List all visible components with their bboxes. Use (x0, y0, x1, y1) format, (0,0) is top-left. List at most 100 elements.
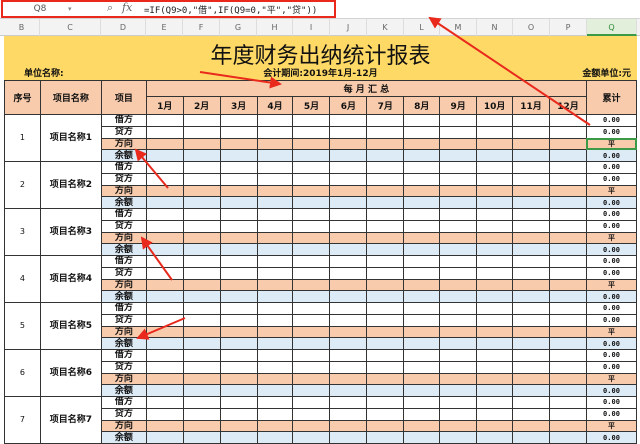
month-cell[interactable] (256, 396, 294, 409)
total-cell[interactable]: 0.00 (585, 396, 638, 409)
month-cell[interactable] (439, 114, 478, 127)
month-cell[interactable] (329, 266, 368, 280)
month-cell[interactable] (182, 302, 221, 315)
month-cell[interactable] (549, 172, 587, 186)
month-cell[interactable] (549, 255, 587, 268)
month-cell[interactable] (366, 114, 405, 127)
month-cell[interactable] (366, 419, 405, 433)
month-cell[interactable] (512, 290, 551, 303)
month-cell[interactable] (182, 125, 221, 139)
month-cell[interactable] (366, 349, 405, 362)
sub-item-label[interactable]: 借方 (100, 396, 147, 409)
month-cell[interactable] (549, 114, 587, 127)
month-cell[interactable] (292, 184, 331, 198)
sub-item-label[interactable]: 借方 (100, 349, 147, 362)
month-cell[interactable] (476, 243, 514, 256)
project-name[interactable]: 项目名称5 (39, 302, 102, 350)
month-cell[interactable] (366, 161, 405, 174)
month-cell[interactable] (256, 290, 294, 303)
month-cell[interactable] (512, 172, 551, 186)
month-cell[interactable] (439, 137, 478, 151)
month-cell[interactable] (219, 243, 258, 256)
month-cell[interactable] (512, 384, 551, 397)
month-cell[interactable] (292, 231, 331, 245)
month-cell[interactable] (182, 219, 221, 233)
month-cell[interactable] (292, 407, 331, 421)
month-cell[interactable] (256, 196, 294, 209)
month-cell[interactable] (439, 278, 478, 292)
month-cell[interactable] (329, 184, 368, 198)
total-cell[interactable]: 平 (585, 137, 638, 151)
month-cell[interactable] (439, 290, 478, 303)
month-cell[interactable] (366, 208, 405, 221)
month-cell[interactable] (145, 149, 184, 162)
month-cell[interactable] (439, 313, 478, 327)
month-cell[interactable] (439, 231, 478, 245)
column-header-C[interactable]: C (40, 19, 101, 36)
month-cell[interactable] (439, 302, 478, 315)
month-cell[interactable] (549, 337, 587, 350)
month-cell[interactable] (549, 125, 587, 139)
month-cell[interactable] (292, 419, 331, 433)
month-cell[interactable] (292, 290, 331, 303)
month-cell[interactable] (292, 325, 331, 339)
month-cell[interactable] (512, 161, 551, 174)
total-cell[interactable]: 0.00 (585, 255, 638, 268)
month-cell[interactable] (439, 125, 478, 139)
month-cell[interactable] (512, 231, 551, 245)
column-header-M[interactable]: M (440, 19, 477, 36)
month-cell[interactable] (256, 360, 294, 374)
month-cell[interactable] (182, 114, 221, 127)
sub-item-label[interactable]: 贷方 (100, 407, 147, 421)
month-cell[interactable] (476, 431, 514, 444)
month-cell[interactable] (512, 137, 551, 151)
month-cell[interactable] (512, 196, 551, 209)
month-cell[interactable] (439, 149, 478, 162)
month-cell[interactable] (182, 231, 221, 245)
month-cell[interactable] (256, 278, 294, 292)
month-cell[interactable] (439, 243, 478, 256)
month-cell[interactable] (403, 114, 441, 127)
month-cell[interactable] (182, 431, 221, 444)
month-cell[interactable] (256, 243, 294, 256)
month-cell[interactable] (512, 349, 551, 362)
month-cell[interactable] (145, 255, 184, 268)
month-cell[interactable] (403, 172, 441, 186)
month-cell[interactable] (439, 208, 478, 221)
month-cell[interactable] (329, 196, 368, 209)
month-cell[interactable] (256, 149, 294, 162)
month-cell[interactable] (256, 172, 294, 186)
month-cell[interactable] (256, 125, 294, 139)
month-cell[interactable] (403, 384, 441, 397)
sub-item-label[interactable]: 余额 (100, 431, 147, 444)
month-cell[interactable] (329, 384, 368, 397)
sub-item-label[interactable]: 借方 (100, 302, 147, 315)
month-cell[interactable] (549, 372, 587, 386)
month-cell[interactable] (403, 337, 441, 350)
total-cell[interactable]: 平 (585, 231, 638, 245)
month-cell[interactable] (182, 149, 221, 162)
month-cell[interactable] (403, 372, 441, 386)
month-cell[interactable] (292, 243, 331, 256)
month-cell[interactable] (256, 337, 294, 350)
month-cell[interactable] (292, 302, 331, 315)
month-cell[interactable] (403, 278, 441, 292)
month-cell[interactable] (549, 219, 587, 233)
month-cell[interactable] (512, 313, 551, 327)
month-cell[interactable] (366, 266, 405, 280)
month-cell[interactable] (549, 313, 587, 327)
month-cell[interactable] (145, 396, 184, 409)
month-cell[interactable] (256, 349, 294, 362)
month-cell[interactable] (476, 172, 514, 186)
month-cell[interactable] (512, 114, 551, 127)
month-cell[interactable] (439, 266, 478, 280)
month-cell[interactable] (329, 278, 368, 292)
month-cell[interactable] (476, 161, 514, 174)
month-cell[interactable] (366, 255, 405, 268)
total-cell[interactable]: 0.00 (585, 161, 638, 174)
sub-item-label[interactable]: 余额 (100, 290, 147, 303)
month-cell[interactable] (549, 243, 587, 256)
month-cell[interactable] (476, 302, 514, 315)
month-cell[interactable] (292, 219, 331, 233)
month-cell[interactable] (366, 313, 405, 327)
